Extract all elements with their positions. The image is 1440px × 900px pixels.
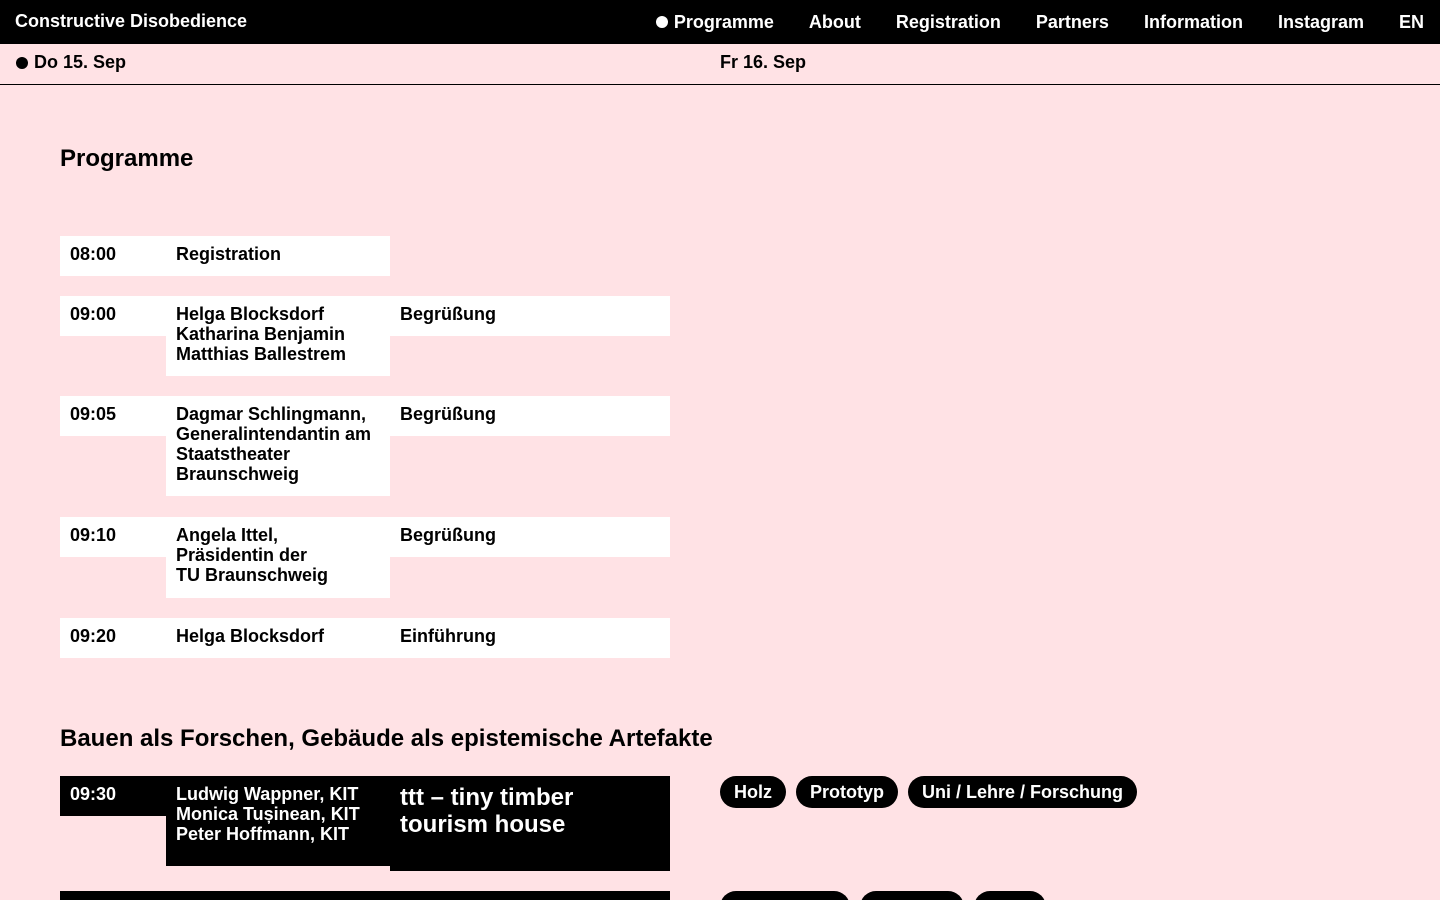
row-time: 09:20 xyxy=(60,618,166,658)
row-topic: Begrüßung xyxy=(390,296,670,336)
row-time: 09:30 xyxy=(60,776,166,816)
row-time: 09:10 xyxy=(60,517,166,557)
tag[interactable] xyxy=(720,891,850,900)
row-topic: Begrüßung xyxy=(390,396,670,436)
row-time: 08:00 xyxy=(60,236,166,276)
row-speakers: Dagmar Schlingmann, Generalintendantin am… xyxy=(166,396,390,496)
site-title[interactable]: Constructive Disobedience xyxy=(0,11,247,32)
row-title: Registration xyxy=(166,236,390,276)
tag-holz[interactable]: Holz xyxy=(720,776,786,808)
row-speakers: Ludwig Wappner, KIT Monica Tușinean, KIT P… xyxy=(166,776,390,866)
row-speakers: Helga Blocksdorf Katharina Benjamin Matthi… xyxy=(166,296,390,376)
nav-registration[interactable]: Registration xyxy=(896,12,1001,33)
day-bar: Do 15. Sep Fr 16. Sep xyxy=(0,44,1440,85)
nav-language[interactable]: EN xyxy=(1399,12,1424,33)
section-title: Bauen als Forschen, Gebäude als epistemi… xyxy=(60,725,713,752)
row-topic: Einführung xyxy=(390,618,670,658)
tag-prototyp[interactable]: Prototyp xyxy=(796,776,898,808)
nav-programme-label: Programme xyxy=(673,11,774,32)
row-speakers: Angela Ittel, Präsidentin der TU Braunschw… xyxy=(166,517,390,598)
row-topic: Begrüßung xyxy=(390,517,670,557)
main-nav: Programme About Registration Partners In… xyxy=(655,11,1440,33)
day-tab-2[interactable]: Fr 16. Sep xyxy=(720,52,806,73)
row-time: 09:00 xyxy=(60,296,166,336)
nav-information[interactable]: Information xyxy=(1144,12,1243,33)
day-tab-1[interactable]: Do 15. Sep xyxy=(16,52,126,73)
day-tab-1-label: Do 15. Sep xyxy=(34,52,127,72)
nav-instagram[interactable]: Instagram xyxy=(1278,12,1364,33)
nav-partners[interactable]: Partners xyxy=(1036,12,1109,33)
active-dot-icon xyxy=(655,16,668,28)
row-speakers: Helga Blocksdorf xyxy=(166,618,390,658)
day-tab-2-label: Fr 16. Sep xyxy=(720,52,807,72)
tag-list: Holz Prototyp Uni / Lehre / Forschung xyxy=(720,776,1147,808)
nav-programme[interactable]: Programme xyxy=(655,11,774,33)
tag-uni-lehre-forschung[interactable]: Uni / Lehre / Forschung xyxy=(908,776,1138,808)
active-dot-icon xyxy=(16,56,28,69)
nav-about[interactable]: About xyxy=(809,12,861,33)
next-programme-row[interactable] xyxy=(60,891,670,900)
tag[interactable] xyxy=(860,891,964,900)
page-title: Programme xyxy=(60,145,194,172)
row-time: 09:05 xyxy=(60,396,166,436)
tag[interactable] xyxy=(974,891,1046,900)
top-bar: Constructive Disobedience Programme Abou… xyxy=(0,0,1440,44)
next-tag-list xyxy=(720,891,1056,900)
row-topic: ttt – tiny timber tourism house xyxy=(390,776,670,871)
